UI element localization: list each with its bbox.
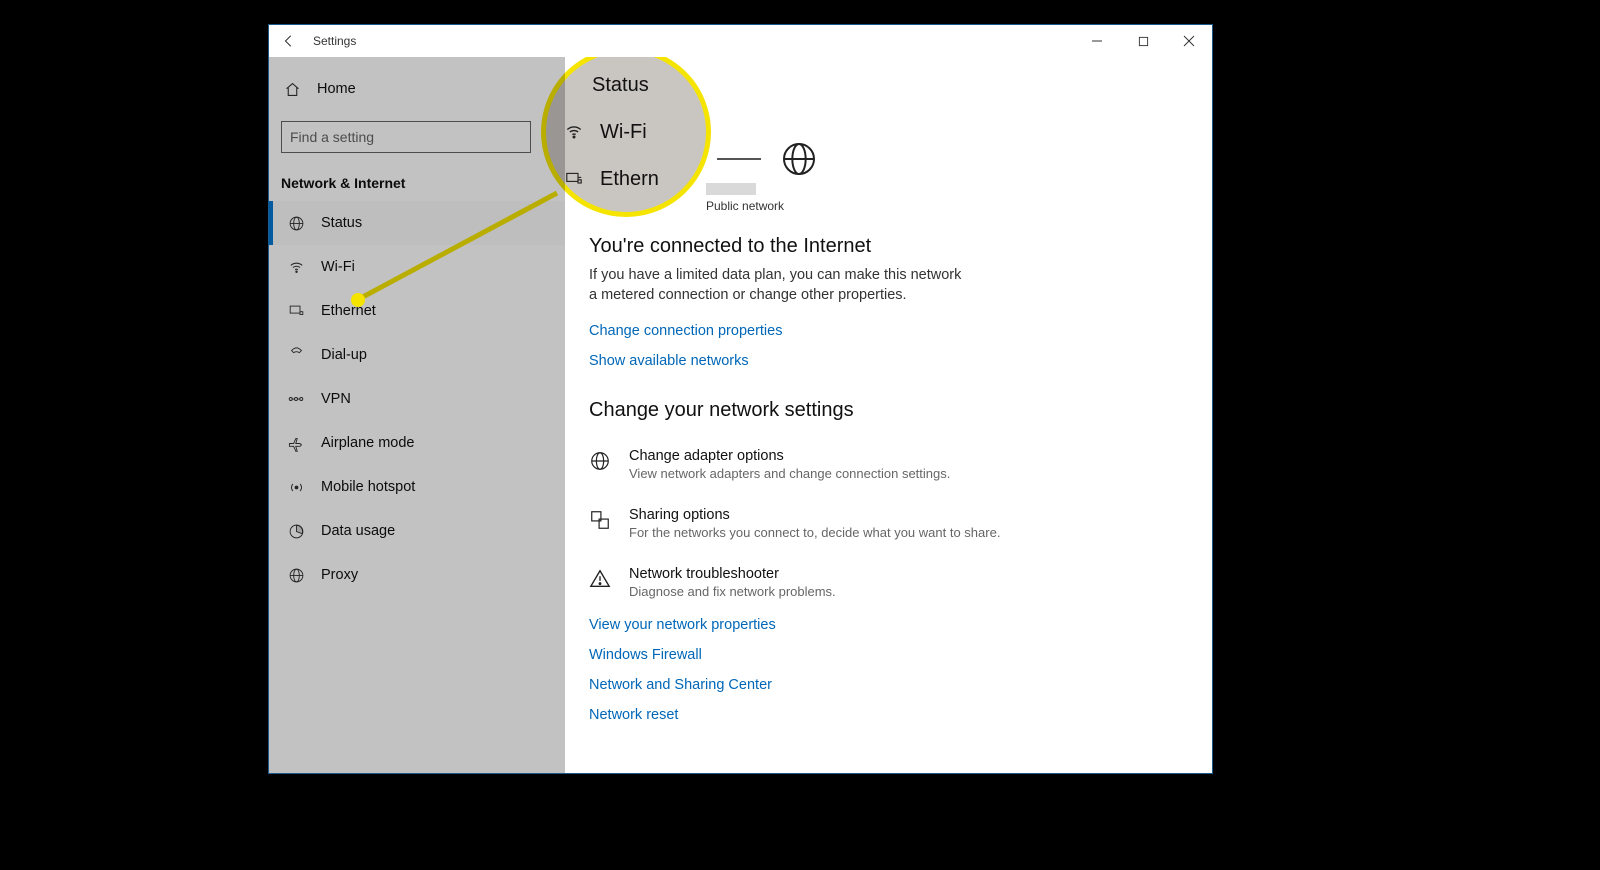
option-desc: View network adapters and change connect… bbox=[629, 466, 950, 481]
sidebar-item-label: Mobile hotspot bbox=[321, 479, 415, 495]
sidebar-item-vpn[interactable]: VPN bbox=[269, 377, 565, 421]
annotation-dot bbox=[351, 293, 365, 307]
sidebar-nav-list: Status Wi-Fi Ethernet Dial-up VPN Airplane mo… bbox=[269, 201, 565, 597]
window-title: Settings bbox=[309, 34, 356, 48]
status-icon bbox=[287, 215, 305, 232]
sidebar: Home Network & Internet Status Wi-Fi Ether… bbox=[269, 57, 565, 773]
ethernet-icon bbox=[564, 171, 586, 187]
option-title: Sharing options bbox=[629, 507, 1000, 523]
sidebar-category: Network & Internet bbox=[269, 153, 565, 201]
ethernet-icon bbox=[287, 304, 305, 318]
network-type-label: Public network bbox=[694, 199, 1212, 213]
close-button[interactable] bbox=[1166, 25, 1212, 57]
link-change-connection-properties[interactable]: Change connection properties bbox=[589, 323, 1212, 339]
sidebar-item-label: Airplane mode bbox=[321, 435, 415, 451]
option-desc: Diagnose and fix network problems. bbox=[629, 584, 836, 599]
search-input[interactable] bbox=[281, 121, 531, 153]
airplane-icon bbox=[287, 435, 305, 452]
network-options-list: Change adapter options View network adapt… bbox=[589, 448, 1212, 599]
sidebar-home-label: Home bbox=[317, 81, 356, 97]
dialup-icon bbox=[287, 347, 305, 364]
callout-row-label: Status bbox=[592, 74, 649, 97]
content-area: Home Network & Internet Status Wi-Fi Ether… bbox=[269, 57, 1212, 773]
option-icon bbox=[589, 507, 611, 540]
change-network-settings-heading: Change your network settings bbox=[589, 399, 1212, 422]
data-icon bbox=[287, 523, 305, 540]
titlebar: Settings bbox=[269, 25, 1212, 57]
vpn-icon bbox=[287, 393, 305, 405]
option-icon bbox=[589, 448, 611, 481]
callout-row-label: Wi-Fi bbox=[600, 121, 647, 144]
link-network-reset[interactable]: Network reset bbox=[589, 707, 1212, 723]
hotspot-icon bbox=[287, 479, 305, 496]
sidebar-item-ethernet[interactable]: Ethernet bbox=[269, 289, 565, 333]
sidebar-item-dial-up[interactable]: Dial-up bbox=[269, 333, 565, 377]
sidebar-item-label: Proxy bbox=[321, 567, 358, 583]
connected-body: If you have a limited data plan, you can… bbox=[589, 266, 969, 305]
more-links-list: View your network properties Windows Fire… bbox=[589, 617, 1212, 723]
sidebar-item-status[interactable]: Status bbox=[269, 201, 565, 245]
sidebar-item-label: Ethernet bbox=[321, 303, 376, 319]
option-icon bbox=[589, 566, 611, 599]
sidebar-item-mobile-hotspot[interactable]: Mobile hotspot bbox=[269, 465, 565, 509]
proxy-icon bbox=[287, 567, 305, 584]
link-windows-firewall[interactable]: Windows Firewall bbox=[589, 647, 1212, 663]
sidebar-item-label: Wi-Fi bbox=[321, 259, 355, 275]
sidebar-item-wi-fi[interactable]: Wi-Fi bbox=[269, 245, 565, 289]
link-show-available-networks[interactable]: Show available networks bbox=[589, 353, 1212, 369]
option-desc: For the networks you connect to, decide … bbox=[629, 525, 1000, 540]
home-icon bbox=[283, 81, 301, 98]
option-sharing-options[interactable]: Sharing options For the networks you conn… bbox=[589, 507, 1059, 540]
wifi-icon bbox=[564, 122, 586, 142]
sidebar-item-label: Data usage bbox=[321, 523, 395, 539]
sidebar-item-label: Status bbox=[321, 215, 362, 231]
link-view-your-network-properties[interactable]: View your network properties bbox=[589, 617, 1212, 633]
option-title: Network troubleshooter bbox=[629, 566, 836, 582]
minimize-button[interactable] bbox=[1074, 25, 1120, 57]
sidebar-item-data-usage[interactable]: Data usage bbox=[269, 509, 565, 553]
globe-icon bbox=[779, 139, 819, 179]
connected-heading: You're connected to the Internet bbox=[589, 235, 1212, 258]
search-wrapper bbox=[269, 109, 565, 153]
link-network-and-sharing-center[interactable]: Network and Sharing Center bbox=[589, 677, 1212, 693]
sidebar-item-airplane-mode[interactable]: Airplane mode bbox=[269, 421, 565, 465]
back-button[interactable] bbox=[269, 25, 309, 57]
settings-window: Settings Home Network & Inte bbox=[268, 24, 1213, 774]
sidebar-home[interactable]: Home bbox=[269, 69, 565, 109]
sidebar-item-proxy[interactable]: Proxy bbox=[269, 553, 565, 597]
sidebar-item-label: VPN bbox=[321, 391, 351, 407]
option-network-troubleshooter[interactable]: Network troubleshooter Diagnose and fix n… bbox=[589, 566, 1059, 599]
option-change-adapter-options[interactable]: Change adapter options View network adapt… bbox=[589, 448, 1059, 481]
maximize-button[interactable] bbox=[1120, 25, 1166, 57]
callout-row-label: Ethern bbox=[600, 168, 659, 191]
network-name-redacted bbox=[706, 183, 756, 195]
option-title: Change adapter options bbox=[629, 448, 950, 464]
dash-icon bbox=[717, 158, 761, 160]
window-controls bbox=[1074, 25, 1212, 57]
sidebar-item-label: Dial-up bbox=[321, 347, 367, 363]
wifi-icon bbox=[287, 259, 305, 276]
